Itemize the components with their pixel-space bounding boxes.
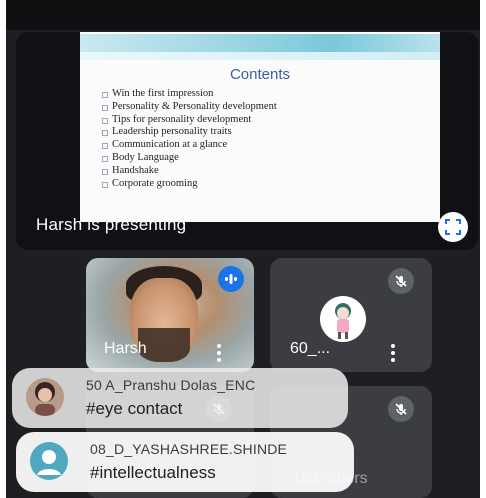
slide-bullet: Handshake <box>102 165 277 178</box>
chat-message: 08_D_YASHASHREE.SHINDE #intellectualness <box>16 432 354 492</box>
slide-bullet-list: Win the first impression Personality & P… <box>102 88 277 190</box>
mic-off-icon <box>388 396 414 422</box>
slide-bullet: Corporate grooming <box>102 178 277 191</box>
speaking-indicator-icon <box>218 266 244 292</box>
top-bar <box>6 0 480 30</box>
presenter-label: Harsh is presenting <box>36 215 187 234</box>
person-icon <box>37 450 61 475</box>
participant-name: 60_... <box>290 340 331 357</box>
avatar <box>320 296 366 342</box>
slide-header-band <box>80 34 440 52</box>
fullscreen-icon <box>445 219 461 235</box>
avatar <box>30 442 68 480</box>
slide-header-band-light <box>80 52 440 60</box>
more-options-icon[interactable] <box>390 344 396 362</box>
presentation-panel[interactable]: Contents Win the first impression Person… <box>16 32 478 250</box>
chat-author: 50 A_Pranshu Dolas_ENC <box>86 377 256 393</box>
slide-bullet: Tips for personality development <box>102 114 277 127</box>
chat-message: 50 A_Pranshu Dolas_ENC #eye contact <box>12 368 348 428</box>
slide-bullet: Win the first impression <box>102 88 277 101</box>
more-options-icon[interactable] <box>216 344 222 362</box>
participant-tile-harsh[interactable]: Harsh <box>86 258 254 372</box>
meeting-window: Contents Win the first impression Person… <box>6 0 480 498</box>
slide-bullet: Communication at a glance <box>102 139 277 152</box>
slide-bullet: Leadership personality traits <box>102 126 277 139</box>
participant-name: Harsh <box>104 340 147 357</box>
chat-author: 08_D_YASHASHREE.SHINDE <box>90 441 288 457</box>
mic-off-icon <box>388 268 414 294</box>
participant-tile-60[interactable]: 60_... <box>270 258 432 372</box>
slide-bullet: Body Language <box>102 152 277 165</box>
chat-text: #eye contact <box>86 399 183 418</box>
chat-text: #intellectualness <box>90 463 216 482</box>
fullscreen-button[interactable] <box>438 212 468 242</box>
avatar <box>26 378 64 416</box>
slide-bullet: Personality & Personality development <box>102 101 277 114</box>
shared-slide: Contents Win the first impression Person… <box>80 32 440 222</box>
slide-title: Contents <box>229 66 291 83</box>
